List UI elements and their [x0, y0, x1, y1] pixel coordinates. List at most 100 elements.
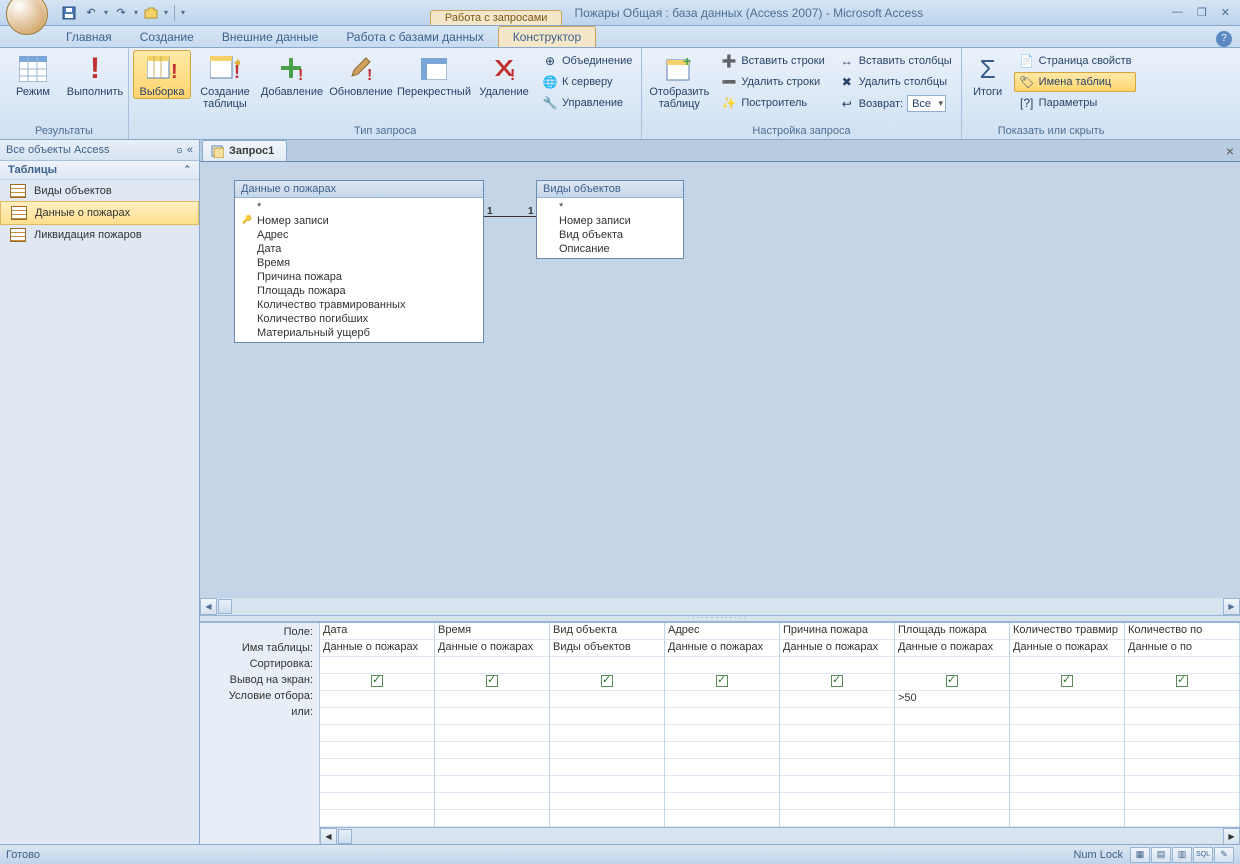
tab-home[interactable]: Главная — [52, 27, 126, 47]
insertrows-button[interactable]: ➕Вставить строки — [716, 51, 829, 71]
checkbox-checked[interactable] — [1176, 675, 1188, 687]
checkbox-checked[interactable] — [601, 675, 613, 687]
field-item[interactable]: Вид объекта — [541, 228, 679, 242]
table-star-icon: ✦! — [209, 53, 241, 85]
view-sql-button[interactable]: SQL — [1193, 847, 1213, 863]
qbe-column[interactable]: Количество травмирДанные о пожарах — [1010, 623, 1125, 844]
x-exclaim-icon: ! — [488, 53, 520, 85]
propsheet-button[interactable]: 📄Страница свойств — [1014, 51, 1137, 71]
parameters-button[interactable]: [?]Параметры — [1014, 93, 1137, 113]
field-item[interactable]: Адрес — [239, 228, 479, 242]
view-design-button[interactable]: ✎ — [1214, 847, 1234, 863]
status-numlock: Num Lock — [1073, 849, 1123, 861]
scroll-right-icon[interactable]: ▶ — [1223, 598, 1240, 615]
close-button[interactable]: ✕ — [1217, 6, 1234, 19]
deletecols-button[interactable]: ✖Удалить столбцы — [834, 72, 957, 92]
append-button[interactable]: ! Добавление — [259, 50, 325, 99]
checkbox-checked[interactable] — [831, 675, 843, 687]
undo-menu-icon[interactable]: ▾ — [104, 8, 108, 17]
field-item[interactable]: Дата — [239, 242, 479, 256]
qat-customize-icon[interactable]: ▾ — [181, 8, 185, 17]
save-icon[interactable] — [60, 4, 78, 22]
tablenames-button[interactable]: 🏷Имена таблиц — [1014, 72, 1137, 92]
field-item[interactable]: Номер записи — [541, 214, 679, 228]
help-button[interactable]: ? — [1216, 31, 1232, 47]
field-item[interactable]: Причина пожара — [239, 270, 479, 284]
nav-dropdown-icon[interactable]: ⊙ — [176, 146, 183, 155]
open-icon[interactable] — [142, 4, 160, 22]
table-box-fires[interactable]: Данные о пожарах *Номер записиАдресДатаВ… — [234, 180, 484, 343]
totals-button[interactable]: Σ Итоги — [966, 50, 1010, 99]
deleterows-button[interactable]: ➖Удалить строки — [716, 72, 829, 92]
field-item[interactable]: Описание — [541, 242, 679, 256]
scroll-thumb[interactable] — [218, 599, 232, 614]
checkbox-checked[interactable] — [946, 675, 958, 687]
qbe-column[interactable]: ДатаДанные о пожарах — [320, 623, 435, 844]
nav-item-table[interactable]: Виды объектов — [0, 180, 199, 202]
checkbox-checked[interactable] — [1061, 675, 1073, 687]
qbe-row-labels: Поле: Имя таблицы: Сортировка: Вывод на … — [200, 623, 320, 844]
view-pivottable-button[interactable]: ▤ — [1151, 847, 1171, 863]
datadef-button[interactable]: 🔧Управление — [537, 93, 637, 113]
run-button[interactable]: ! Выполнить — [66, 50, 124, 99]
field-item[interactable]: * — [541, 200, 679, 214]
checkbox-checked[interactable] — [486, 675, 498, 687]
separator — [174, 5, 175, 21]
splitter[interactable] — [200, 615, 1240, 622]
nav-header[interactable]: Все объекты Access ⊙« — [0, 140, 199, 161]
qbe-column[interactable]: Причина пожараДанные о пожарах — [780, 623, 895, 844]
view-button[interactable]: Режим — [4, 50, 62, 99]
field-item[interactable]: Материальный ущерб — [239, 326, 479, 340]
minimize-button[interactable]: — — [1168, 6, 1187, 19]
qbe-column[interactable]: Площадь пожараДанные о пожарах>50 — [895, 623, 1010, 844]
field-item[interactable]: * — [239, 200, 479, 214]
crosstab-button[interactable]: Перекрестный — [397, 50, 471, 99]
builder-button[interactable]: ✨Построитель — [716, 93, 829, 113]
maketable-button[interactable]: ✦! Создание таблицы — [195, 50, 255, 111]
nav-group-tables[interactable]: Таблицы ⌃ — [0, 161, 199, 180]
table-box-types[interactable]: Виды объектов *Номер записиВид объектаОп… — [536, 180, 684, 259]
qbe-column[interactable]: АдресДанные о пожарах — [665, 623, 780, 844]
showtable-button[interactable]: + Отобразить таблицу — [646, 50, 712, 111]
checkbox-checked[interactable] — [371, 675, 383, 687]
union-button[interactable]: ⊕Объединение — [537, 51, 637, 71]
tab-external[interactable]: Внешние данные — [208, 27, 333, 47]
checkbox-checked[interactable] — [716, 675, 728, 687]
undo-icon[interactable]: ↶ — [82, 4, 100, 22]
passthrough-button[interactable]: 🌐К серверу — [537, 72, 637, 92]
doc-tab-query1[interactable]: Запрос1 — [202, 140, 287, 161]
select-query-button[interactable]: ! Выборка — [133, 50, 191, 99]
field-item[interactable]: Номер записи — [239, 214, 479, 228]
restore-button[interactable]: ❐ — [1193, 6, 1211, 19]
query-design-surface[interactable]: Данные о пожарах *Номер записиАдресДатаВ… — [200, 162, 1240, 598]
update-button[interactable]: ! Обновление — [329, 50, 393, 99]
doc-close-button[interactable]: × — [1220, 143, 1240, 159]
redo-menu-icon[interactable]: ▾ — [134, 8, 138, 17]
query-icon — [209, 143, 225, 159]
delete-query-button[interactable]: ! Удаление — [475, 50, 533, 99]
qbe-hscroll[interactable]: ◀ ▶ — [320, 827, 1240, 844]
qbe-column[interactable]: Количество поДанные о по — [1125, 623, 1240, 844]
redo-icon[interactable]: ↷ — [112, 4, 130, 22]
view-datasheet-button[interactable]: ▦ — [1130, 847, 1150, 863]
qbe-column[interactable]: Вид объектаВиды объектов — [550, 623, 665, 844]
main-area: Все объекты Access ⊙« Таблицы ⌃ Виды объ… — [0, 140, 1240, 844]
qat-menu-icon[interactable]: ▾ — [164, 8, 168, 17]
view-pivotchart-button[interactable]: ▥ — [1172, 847, 1192, 863]
field-item[interactable]: Количество травмированных — [239, 298, 479, 312]
field-item[interactable]: Время — [239, 256, 479, 270]
exclaim-icon: ! — [79, 53, 111, 85]
nav-collapse-icon[interactable]: « — [187, 144, 193, 156]
tab-dbtools[interactable]: Работа с базами данных — [332, 27, 497, 47]
tab-create[interactable]: Создание — [126, 27, 208, 47]
return-combo[interactable]: ↩Возврат: Все — [834, 93, 957, 114]
qbe-column[interactable]: ВремяДанные о пожарах — [435, 623, 550, 844]
nav-item-table[interactable]: Данные о пожарах — [0, 201, 199, 225]
field-item[interactable]: Площадь пожара — [239, 284, 479, 298]
wrench-icon: 🔧 — [542, 95, 558, 111]
tab-design[interactable]: Конструктор — [498, 26, 596, 47]
nav-item-table[interactable]: Ликвидация пожаров — [0, 224, 199, 246]
scroll-left-icon[interactable]: ◀ — [200, 598, 217, 615]
insertcols-button[interactable]: ↔Вставить столбцы — [834, 51, 957, 71]
field-item[interactable]: Количество погибших — [239, 312, 479, 326]
